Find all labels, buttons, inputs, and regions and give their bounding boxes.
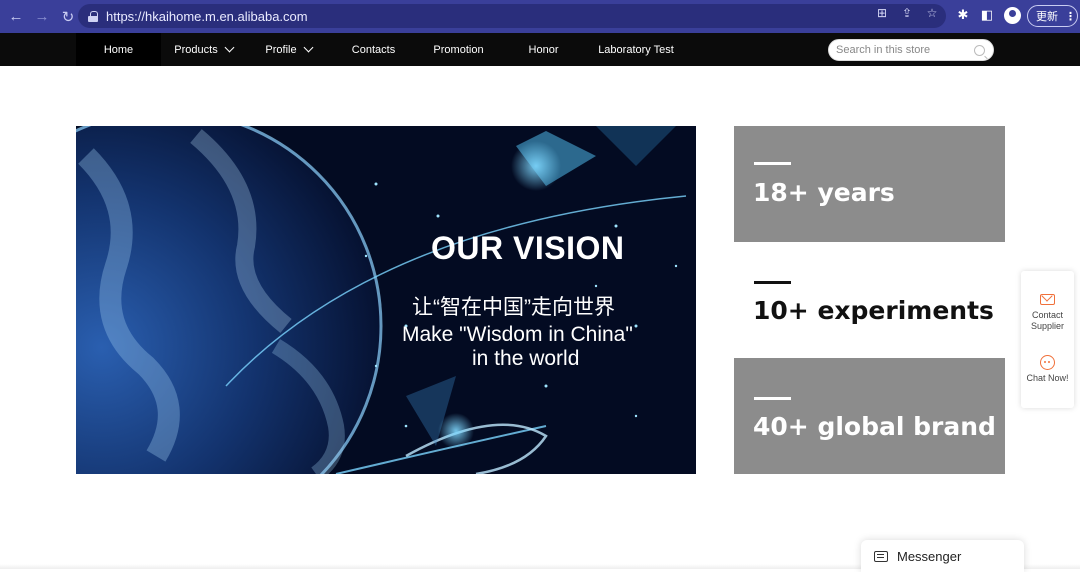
stat-divider [754,162,791,165]
stat-global-brand-text: 40+ global brand [753,412,996,441]
update-label: 更新 [1036,11,1058,23]
side-panel-icon[interactable]: ◧ [980,8,994,22]
contact-supplier-button[interactable]: Contact Supplier [1021,294,1074,332]
back-icon[interactable]: ← [6,7,26,27]
nav-promotion[interactable]: Promotion [416,33,501,66]
messenger-button[interactable]: Messenger [861,540,1024,572]
stat-years-text: 18+ years [753,178,895,207]
message-icon [874,550,888,562]
nav-honor-label: Honor [528,43,559,56]
nav-contacts[interactable]: Contacts [331,33,416,66]
nav-honor[interactable]: Honor [501,33,586,66]
chat-now-button[interactable]: Chat Now! [1021,355,1074,384]
share-icon[interactable]: ⇪ [901,7,913,19]
store-search-input[interactable] [836,44,966,56]
nav-profile-label: Profile [265,43,297,56]
extensions-icon[interactable]: ✱ [956,8,970,22]
stat-divider [754,397,791,400]
contact-supplier-label-1: Contact [1031,310,1064,320]
stat-experiments-text: 10+ experiments [753,296,994,325]
nav-profile[interactable]: Profile [246,33,331,66]
more-menu-icon[interactable]: ⋮ [1065,10,1076,23]
stat-divider [754,281,791,284]
nav-home-label: Home [103,43,134,56]
messenger-label: Messenger [897,548,962,564]
vision-title: OUR VISION [431,230,625,266]
store-search [828,39,994,61]
nav-products[interactable]: Products [161,33,246,66]
contact-supplier-label-2: Supplier [1030,321,1065,331]
update-button[interactable]: 更新 ⋮ [1027,5,1078,27]
vision-subtitle-en-line2: in the world [472,347,580,370]
chevron-down-icon [303,42,314,53]
url-text[interactable]: https://hkaihome.m.en.alibaba.com [106,9,308,24]
mail-icon [1040,294,1055,305]
bookmark-star-icon[interactable]: ☆ [926,7,938,19]
nav-promotion-label: Promotion [433,43,484,56]
nav-contacts-label: Contacts [351,43,396,56]
vision-banner[interactable]: OUR VISION 让“智在中国”走向世界 Make "Wisdom in C… [76,126,696,474]
lock-icon[interactable] [88,10,98,22]
translate-icon[interactable]: ⊞ [876,7,888,19]
chevron-down-icon [224,42,235,53]
search-icon[interactable] [974,45,985,56]
profile-avatar-icon[interactable] [1004,7,1021,24]
chat-icon [1040,355,1055,370]
nav-home[interactable]: Home [76,33,161,66]
floating-contact-panel: Contact Supplier Chat Now! [1021,271,1074,408]
stat-global-brand: 40+ global brand [734,358,1005,474]
address-bar[interactable]: https://hkaihome.m.en.alibaba.com [78,4,946,28]
stat-years: 18+ years [734,126,1005,242]
stat-experiments: 10+ experiments [734,242,1005,358]
nav-laboratory-test[interactable]: Laboratory Test [586,33,686,66]
vision-subtitle-cn: 让“智在中国”走向世界 [412,296,615,319]
chat-now-label: Chat Now! [1026,373,1069,383]
forward-icon[interactable]: → [32,7,52,27]
nav-products-label: Products [174,43,218,56]
reload-icon[interactable]: ↻ [58,7,78,27]
vision-subtitle-en-line1: Make "Wisdom in China" [402,323,633,346]
nav-laboratory-test-label: Laboratory Test [598,43,674,56]
